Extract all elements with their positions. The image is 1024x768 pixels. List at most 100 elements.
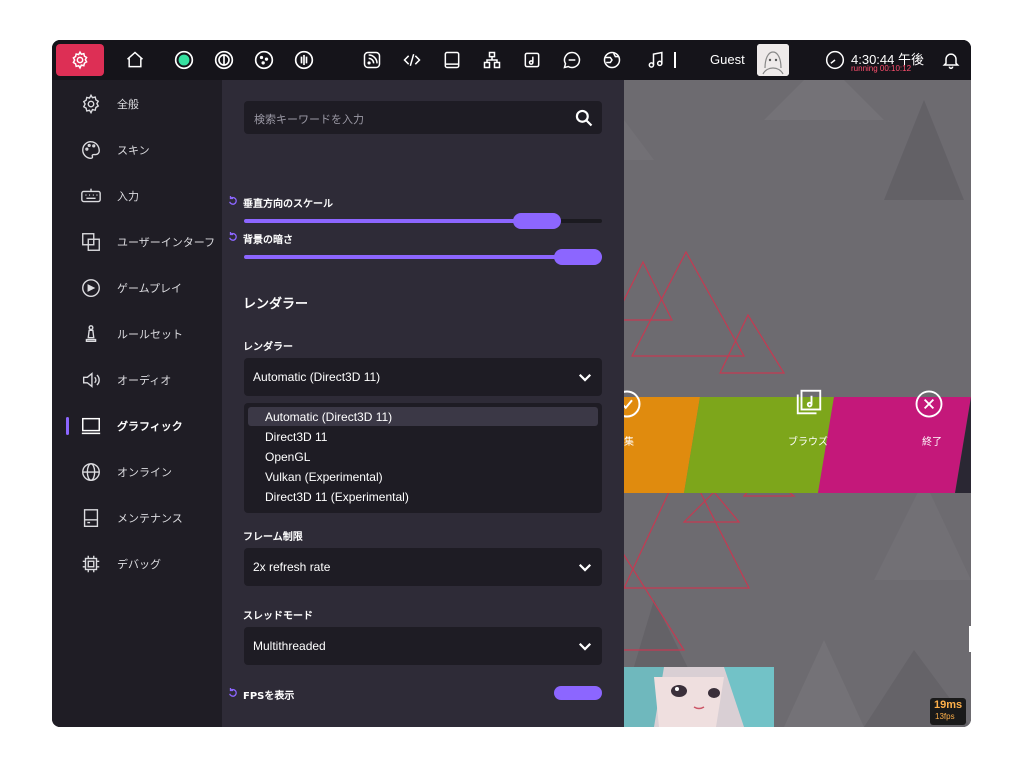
sidebar-item-audio[interactable]: オーディオ [52,360,222,400]
code-icon [403,53,421,67]
renderer-label: レンダラー [243,342,293,353]
sidebar-item-label: スキン [117,144,150,157]
home-icon [127,51,143,68]
main-menu-background: 集 ブラウズ 終了 [624,80,971,727]
gear-icon [72,50,88,70]
fps-counter: 19ms 13fps [930,698,966,725]
sidebar-item-debug[interactable]: デバッグ [52,544,222,584]
globe-icon [603,51,621,69]
renderer-value: Automatic (Direct3D 11) [253,370,381,384]
dim-label: 背景の暗さ [243,235,293,246]
speaker-icon [82,372,100,388]
search-icon[interactable] [574,108,594,128]
character-art [624,667,774,727]
chevron-down-icon [578,642,592,651]
search-input[interactable]: 検索キーワードを入力 [244,101,602,134]
volume-indicator [674,52,676,68]
renderer-option[interactable]: Vulkan (Experimental) [248,467,598,486]
sidebar-item-maintenance[interactable]: メンテナンス [52,498,222,538]
now-playing-button[interactable] [644,48,668,72]
music-box-icon [524,52,540,68]
slider-knob[interactable] [554,249,602,265]
show-fps-label: FPSを表示 [243,691,295,702]
revert-icon[interactable] [228,688,238,698]
ruleset-taiko-button[interactable] [212,48,236,72]
sidebar-item-label: ユーザーインターフ [117,236,216,249]
sidebar-item-gameplay[interactable]: ゲームプレイ [52,268,222,308]
sidebar-item-graphics[interactable]: グラフィック [52,406,222,446]
book-icon [444,51,460,69]
sidebar-item-label: グラフィック [117,420,183,433]
sidebar-item-general[interactable]: 全般 [52,84,222,124]
wiki-button[interactable] [440,48,464,72]
gamepad-icon [82,279,100,297]
menu-button-exit[interactable]: 終了 [914,357,971,453]
slider-fill [244,255,602,259]
renderer-dropdown[interactable]: Automatic (Direct3D 11) [244,358,602,396]
mania-ruleset-icon [294,50,314,70]
catch-ruleset-icon [254,50,274,70]
news-button[interactable] [360,48,384,72]
settings-sidebar: 全般 スキン 入力 ユーザーインターフ ゲームプレイ ルールセット オーディオ [52,80,222,727]
taiko-ruleset-icon [214,50,234,70]
avatar[interactable] [757,44,789,76]
renderer-option[interactable]: Automatic (Direct3D 11) [248,407,598,426]
revert-icon[interactable] [228,196,238,206]
clock-icon [825,50,845,70]
menu-button-edit[interactable]: 集 [624,357,684,453]
gear-icon [82,93,100,115]
user-name[interactable]: Guest [710,52,745,67]
frame-limiter-dropdown[interactable]: 2x refresh rate [244,548,602,586]
renderer-option[interactable]: OpenGL [248,447,598,466]
check-circle-icon [624,390,641,418]
ruleset-mania-button[interactable] [292,48,316,72]
fps-value: 13fps [935,712,955,721]
toolbar: Guest 4:30:44 午後 running 00:10:12 [52,40,971,80]
sidebar-item-input[interactable]: 入力 [52,176,222,216]
drive-icon [83,509,99,527]
beatmap-listing-button[interactable] [520,48,544,72]
social-button[interactable] [600,48,624,72]
settings-button[interactable] [56,44,104,76]
sidebar-item-label: オンライン [117,466,172,479]
sidebar-item-label: 入力 [117,190,139,203]
thread-mode-label: スレッドモード [243,611,313,622]
slider-knob[interactable] [513,213,561,229]
menu-button-browse[interactable]: ブラウズ [764,357,854,453]
revert-icon[interactable] [228,232,238,242]
sidebar-item-label: メンテナンス [117,512,183,525]
home-button[interactable] [123,48,147,72]
chevron-up-icon [578,373,592,382]
menu-button-label: 集 [624,437,634,448]
rss-icon [363,51,381,69]
slider-fill [244,219,538,223]
sidebar-item-user-interface[interactable]: ユーザーインターフ [52,222,222,262]
chat-icon [563,51,581,69]
sidebar-item-rulesets[interactable]: ルールセット [52,314,222,354]
sidebar-item-label: ルールセット [117,328,183,341]
scale-slider[interactable] [244,213,602,229]
thread-mode-dropdown[interactable]: Multithreaded [244,627,602,665]
rankings-button[interactable] [480,48,504,72]
show-fps-toggle[interactable] [554,686,602,700]
sidebar-item-label: 全般 [117,98,139,111]
sidebar-item-label: オーディオ [117,374,172,387]
renderer-option[interactable]: Direct3D 11 (Experimental) [248,487,598,506]
sidebar-item-skin[interactable]: スキン [52,130,222,170]
dim-slider[interactable] [244,249,602,265]
bell-icon[interactable] [941,50,961,70]
frame-limiter-label: フレーム制限 [243,532,303,543]
sidebar-item-online[interactable]: オンライン [52,452,222,492]
renderer-options-menu: Automatic (Direct3D 11) Direct3D 11 Open… [244,403,602,513]
music-note-icon [648,51,663,68]
palette-icon [82,141,100,159]
ruleset-osu-button[interactable] [172,48,196,72]
avatar-image [757,44,789,76]
ruleset-catch-button[interactable] [252,48,276,72]
changelog-button[interactable] [400,48,424,72]
chat-button[interactable] [560,48,584,72]
renderer-option[interactable]: Direct3D 11 [248,427,598,446]
renderer-section-title: レンダラー [243,297,309,312]
running-time: running 00:10:12 [851,64,912,73]
chess-icon [85,325,97,343]
